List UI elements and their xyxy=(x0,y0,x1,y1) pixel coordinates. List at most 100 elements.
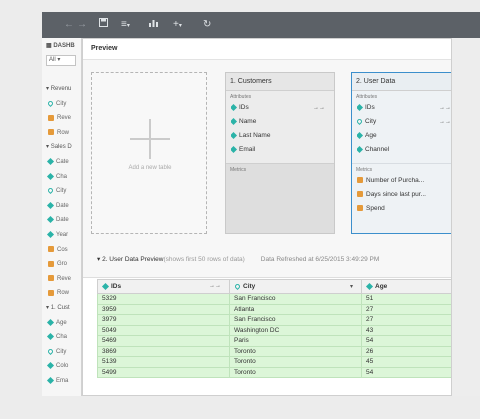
dialog-title: Preview xyxy=(91,45,118,52)
tree-item[interactable]: Cate xyxy=(46,157,69,167)
data-preview-table: IDs →→ City ▾ Age 5329 San Francisco 51 395… xyxy=(97,279,451,378)
tree-group[interactable]: ▾ Sales D xyxy=(46,142,72,152)
column-header-age[interactable]: Age xyxy=(361,279,451,294)
metric-icon xyxy=(48,129,54,136)
metric-icon xyxy=(48,246,54,253)
metric-icon xyxy=(357,191,363,198)
tree-item-label: Revenu xyxy=(50,86,72,92)
tree-item[interactable]: City xyxy=(46,186,67,196)
attribute-item[interactable]: Email xyxy=(231,144,331,156)
back-icon[interactable]: ← xyxy=(64,18,74,32)
attribute-icon xyxy=(46,230,55,238)
tree-item[interactable]: Row xyxy=(48,288,69,298)
table-row: 5049 Washington DC 43 xyxy=(97,324,451,336)
link-arrows-icon[interactable]: →→ xyxy=(439,116,451,128)
metric-label: Number of Purcha... xyxy=(366,177,425,184)
tree-item-label: Date xyxy=(56,217,69,224)
tree-item-label: Cate xyxy=(56,159,69,165)
table-cell: 3979 xyxy=(97,314,230,326)
table-cell: 5499 xyxy=(97,366,230,378)
column-header-ids[interactable]: IDs →→ xyxy=(97,279,230,294)
tree-item-label: City xyxy=(56,188,67,195)
metric-label: Days since last pur... xyxy=(366,191,426,198)
tree-item[interactable]: Date xyxy=(46,215,69,225)
tree-item[interactable]: Cha xyxy=(46,172,67,182)
metrics-section: Metrics xyxy=(226,163,334,233)
add-icon[interactable]: +▾ xyxy=(173,18,182,32)
attributes-label: Attributes xyxy=(230,94,252,100)
chevron-down-icon[interactable]: ▾ xyxy=(350,283,353,290)
toolbar: ← → ≡▾ +▾ ↻ xyxy=(42,12,480,38)
tree-item[interactable]: Cha xyxy=(46,332,67,342)
tree-item[interactable]: Gro xyxy=(48,259,67,269)
attribute-icon xyxy=(365,282,374,290)
text-format-icon[interactable]: ≡▾ xyxy=(121,18,130,32)
tree-item[interactable]: Reve xyxy=(48,274,71,284)
tree-item[interactable]: City xyxy=(46,347,66,357)
tree-item[interactable]: Colo xyxy=(46,361,68,371)
tree-item[interactable]: Reve xyxy=(48,113,71,123)
attribute-item[interactable]: IDs →→ xyxy=(357,102,451,114)
tree-item[interactable]: Cos xyxy=(48,245,68,255)
attribute-label: Channel xyxy=(365,146,390,153)
dataset-filter-select[interactable]: All ▾ xyxy=(46,55,76,66)
metric-item[interactable]: Spend xyxy=(357,203,451,215)
attribute-item[interactable]: Channel xyxy=(357,144,451,156)
tree-item[interactable]: Age xyxy=(46,318,67,328)
metric-item[interactable]: Days since last pur... xyxy=(357,189,451,201)
table-cell: 3869 xyxy=(97,345,230,357)
attribute-item[interactable]: Name xyxy=(231,116,331,128)
table-cell: 26 xyxy=(361,345,451,357)
add-table-card[interactable]: Add a new table xyxy=(91,72,207,234)
plus-icon-bar xyxy=(130,138,170,140)
tree-item[interactable]: Row xyxy=(48,128,69,138)
metrics-label: Metrics xyxy=(230,167,247,173)
table-card-customers[interactable]: 1. Customers Attributes IDs →→ Name Last Na… xyxy=(225,72,335,234)
tree-item[interactable]: Ema xyxy=(46,376,68,386)
attributes-label: Attributes xyxy=(356,94,378,100)
attribute-item[interactable]: Age xyxy=(357,130,451,142)
tree-item-label: Gro xyxy=(57,261,68,268)
table-cell: 5049 xyxy=(97,324,230,336)
tree-item[interactable]: City xyxy=(46,99,66,109)
attribute-item[interactable]: City →→ xyxy=(357,116,451,128)
table-cell: 54 xyxy=(361,335,451,347)
attribute-item[interactable]: Last Name xyxy=(231,130,331,142)
table-cell: Atlanta xyxy=(229,303,362,315)
tree-item[interactable]: Date xyxy=(46,201,69,211)
attribute-item[interactable]: IDs →→ xyxy=(231,102,331,114)
preview-dialog: Preview Add a new table 1. Customers Att… xyxy=(82,38,452,396)
attribute-icon xyxy=(46,376,55,384)
link-arrows-icon[interactable]: →→ xyxy=(439,102,451,114)
panel-title: ▦ DASHB xyxy=(46,43,75,49)
metric-icon xyxy=(48,114,54,121)
tree-item-label: Reve xyxy=(57,275,72,282)
preview-note: (shows first 50 rows of data) xyxy=(163,256,245,263)
attribute-icon xyxy=(46,216,55,224)
table-cell: San Francisco xyxy=(229,293,362,305)
link-arrows-icon[interactable]: →→ xyxy=(209,283,221,289)
attribute-label: Name xyxy=(239,118,257,125)
tree-item[interactable]: Year xyxy=(46,230,68,240)
table-card-user-data[interactable]: 2. User Data Attributes IDs →→ City →→ Age Ch… xyxy=(351,72,451,234)
metric-icon xyxy=(48,260,54,267)
save-icon[interactable] xyxy=(99,18,108,32)
attribute-icon xyxy=(46,333,55,341)
add-table-label: Add a new table xyxy=(128,165,172,171)
tree-group[interactable]: ▾ 1. Cust xyxy=(46,303,70,313)
refresh-icon[interactable]: ↻ xyxy=(203,18,211,32)
attribute-icon xyxy=(357,145,364,153)
tree-group[interactable]: ▾ Revenu xyxy=(46,84,71,94)
metric-label: Spend xyxy=(366,205,385,212)
preview-title: 2. User Data Preview xyxy=(102,256,164,263)
forward-icon[interactable]: → xyxy=(77,18,87,32)
attribute-icon xyxy=(231,117,238,125)
link-arrows-icon[interactable]: →→ xyxy=(313,102,325,114)
column-header-city[interactable]: City ▾ xyxy=(229,279,362,294)
geo-icon xyxy=(233,282,242,290)
chart-icon[interactable] xyxy=(148,18,159,32)
attribute-icon xyxy=(46,201,55,209)
table-row: 5469 Paris 54 xyxy=(97,335,451,347)
geo-icon xyxy=(46,99,55,107)
metric-item[interactable]: Number of Purcha... xyxy=(357,175,451,187)
